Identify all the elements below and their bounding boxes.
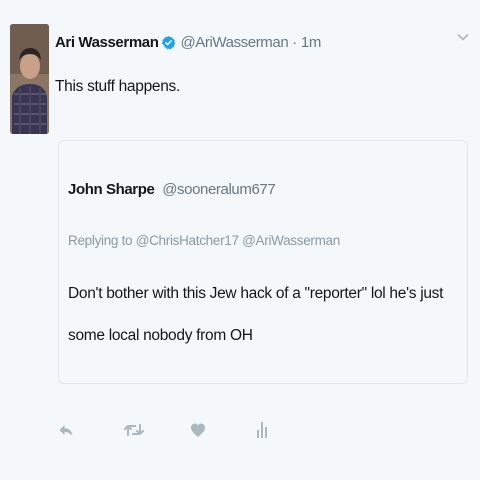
avatar[interactable]	[10, 24, 49, 134]
like-button[interactable]	[190, 418, 256, 446]
quoted-tweet-text: Don't bother with this Jew hack of a "re…	[68, 285, 444, 344]
chevron-down-icon[interactable]	[456, 30, 470, 44]
quoted-tweet[interactable]: John Sharpe @sooneralum677 Replying to @…	[58, 140, 468, 384]
reply-icon	[58, 422, 74, 443]
replying-to-handles[interactable]: @ChrisHatcher17 @AriWasserman	[136, 233, 341, 248]
verified-badge-icon	[161, 35, 176, 50]
tweet-text: This stuff happens.	[55, 78, 180, 95]
analytics-button[interactable]	[256, 418, 322, 446]
avatar-photo	[10, 24, 49, 134]
quoted-tweet-header: John Sharpe @sooneralum677	[68, 181, 276, 198]
tweet-card: Ari Wasserman @AriWasserman · 1m This st…	[0, 0, 480, 480]
like-icon	[190, 422, 206, 443]
retweet-button[interactable]	[124, 418, 190, 446]
retweet-icon	[124, 422, 144, 443]
quoted-author-handle: @sooneralum677	[162, 181, 276, 198]
author-name[interactable]: Ari Wasserman	[55, 34, 159, 51]
analytics-icon	[256, 421, 268, 444]
reply-button[interactable]	[58, 418, 124, 446]
replying-to-line: Replying to @ChrisHatcher17 @AriWasserma…	[68, 233, 340, 248]
replying-to-prefix: Replying to	[68, 233, 133, 248]
header-separator: ·	[292, 33, 297, 51]
author-handle[interactable]: @AriWasserman	[180, 34, 288, 51]
tweet-header: Ari Wasserman @AriWasserman · 1m	[55, 31, 321, 53]
tweet-timestamp[interactable]: 1m	[301, 34, 321, 51]
tweet-actions	[58, 418, 322, 446]
quoted-author-name: John Sharpe	[68, 181, 155, 198]
